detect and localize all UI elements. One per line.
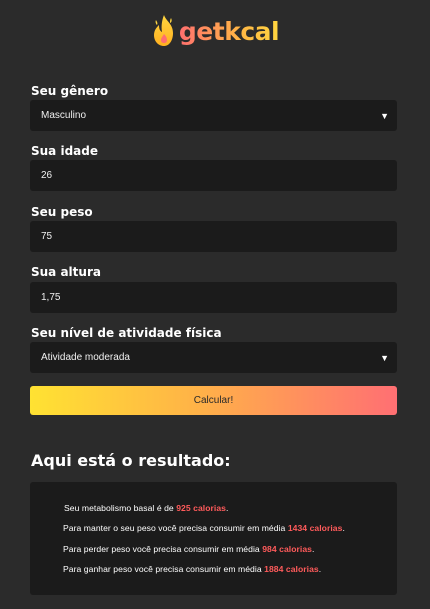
height-input[interactable]: 1,75 [30,282,397,313]
basal-calories: 925 calorias [176,503,226,513]
maintain-calories: 1434 calorias [287,523,343,533]
age-input[interactable]: 26 [30,160,397,191]
result-basal: Seu metabolismo basal é de 925 calorias. [64,503,229,513]
gender-label: Seu gênero [31,84,109,98]
height-label: Sua altura [31,265,101,279]
age-label: Sua idade [31,144,98,158]
gender-select[interactable]: Masculino ▼ [30,100,397,131]
result-lose: Para perder peso você precisa consumir e… [63,544,315,554]
calculate-button[interactable]: Calcular! [30,386,397,415]
app-logo: getkcal [0,14,430,48]
lose-calories: 984 calorias [262,544,313,554]
weight-label: Seu peso [31,205,93,219]
logo-text: getkcal [178,16,280,46]
result-box: Seu metabolismo basal é de 925 calorias.… [30,482,397,595]
dropdown-arrow-icon: ▼ [380,352,389,363]
height-value: 1,75 [41,292,61,303]
result-maintain: Para manter o seu peso você precisa cons… [63,523,345,533]
flame-icon [153,15,173,46]
activity-label: Seu nível de atividade física [31,326,222,340]
weight-input[interactable]: 75 [30,221,397,252]
result-gain: Para ganhar peso você precisa consumir e… [63,564,322,574]
age-value: 26 [41,170,53,181]
activity-select[interactable]: Atividade moderada ▼ [30,342,397,373]
gain-calories: 1884 calorias [264,564,319,574]
result-title: Aqui está o resultado: [31,451,231,470]
weight-value: 75 [41,231,53,242]
dropdown-arrow-icon: ▼ [380,110,389,121]
gender-value: Masculino [41,110,87,121]
activity-value: Atividade moderada [41,352,130,363]
